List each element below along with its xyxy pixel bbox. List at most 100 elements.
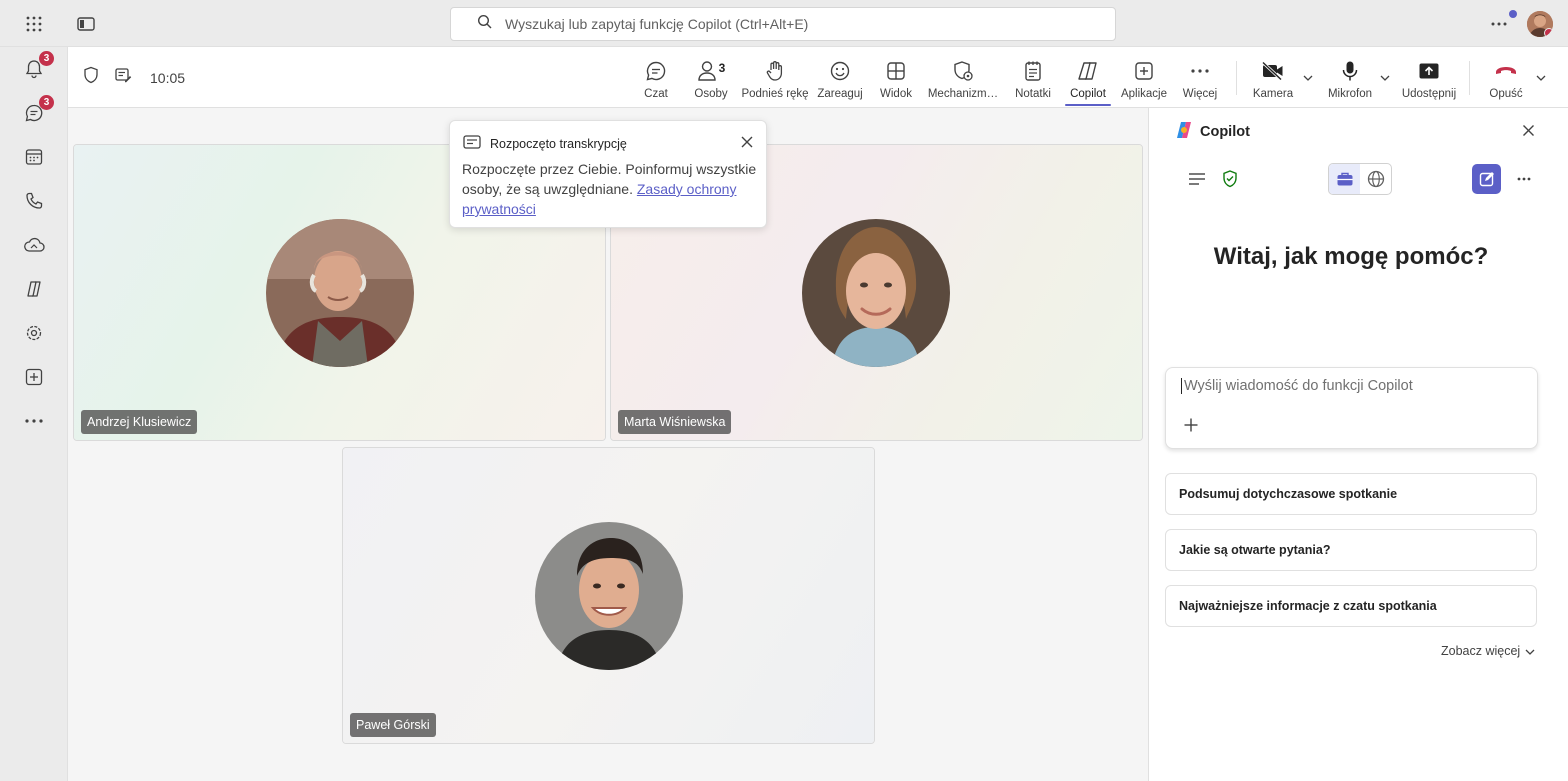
participant-avatar — [802, 219, 950, 367]
emoji-icon — [829, 59, 851, 83]
notification-dot — [1509, 10, 1517, 18]
top-bar: Wyszukaj lub zapytaj funkcję Copilot (Ct… — [0, 0, 1568, 47]
calendar-icon[interactable] — [22, 145, 46, 169]
people-icon: 3 — [697, 59, 726, 83]
compose-icon — [1479, 172, 1494, 187]
copilot-greeting: Witaj, jak mogę pomóc? — [1213, 243, 1489, 270]
cloud-icon[interactable] — [22, 233, 46, 257]
apps-label: Aplikacje — [1120, 88, 1168, 100]
new-chat-button[interactable] — [1472, 164, 1501, 194]
more-dots-icon — [1191, 59, 1209, 83]
share-screen-icon — [1418, 59, 1440, 83]
more-label: Więcej — [1182, 88, 1218, 100]
presence-busy-indicator — [1544, 28, 1553, 37]
activity-badge: 3 — [39, 51, 54, 66]
chat-bubble-icon — [645, 59, 667, 83]
camera-options-chevron-icon[interactable] — [1301, 71, 1315, 85]
mechanisms-button[interactable]: Mechanizm… — [928, 47, 998, 108]
people-label: Osoby — [694, 88, 728, 100]
copilot-icon[interactable] — [22, 277, 46, 301]
grid-view-icon — [886, 59, 906, 83]
hand-icon — [765, 59, 785, 83]
search-input[interactable]: Wyszukaj lub zapytaj funkcję Copilot (Ct… — [450, 7, 1116, 41]
search-placeholder: Wyszukaj lub zapytaj funkcję Copilot (Ct… — [505, 16, 809, 32]
toolbar-divider — [1236, 61, 1237, 95]
toolbar-divider — [1469, 61, 1470, 95]
microphone-options-chevron-icon[interactable] — [1378, 71, 1392, 85]
mode-toggle — [1328, 163, 1392, 195]
settings-apps-icon[interactable] — [22, 321, 46, 345]
participant-name: Marta Wiśniewska — [618, 410, 732, 434]
microphone-button[interactable]: Mikrofon — [1325, 47, 1375, 108]
chat-icon[interactable]: 3 — [22, 95, 54, 125]
see-more-button[interactable]: Zobacz więcej — [1441, 644, 1535, 658]
participant-tile[interactable]: Paweł Górski — [342, 447, 875, 744]
chat-button[interactable]: Czat — [638, 47, 674, 108]
react-button[interactable]: Zareaguj — [817, 47, 863, 108]
more-options-icon[interactable] — [1513, 168, 1535, 190]
leave-button[interactable]: Opuść — [1488, 47, 1524, 108]
protected-shield-icon[interactable] — [1219, 168, 1241, 190]
activity-bell-icon[interactable]: 3 — [22, 51, 54, 81]
meeting-timer: 10:05 — [150, 69, 186, 86]
menu-icon[interactable] — [1186, 168, 1208, 190]
react-label: Zareaguj — [817, 88, 863, 100]
add-attachment-icon[interactable] — [1182, 416, 1200, 434]
hang-up-icon — [1494, 59, 1518, 83]
transcription-toast: Rozpoczęto transkrypcję Rozpoczęte przez… — [449, 120, 767, 228]
add-app-icon[interactable] — [22, 365, 46, 389]
people-button[interactable]: 3 Osoby — [692, 47, 730, 108]
toast-title: Rozpoczęto transkrypcję — [490, 136, 627, 151]
leave-options-chevron-icon[interactable] — [1534, 71, 1548, 85]
chat-label: Czat — [644, 88, 668, 100]
meeting-notes-icon[interactable] — [114, 66, 132, 89]
copilot-message-input[interactable]: Wyślij wiadomość do funkcji Copilot — [1165, 367, 1538, 449]
copilot-title: Copilot — [1200, 124, 1250, 140]
copilot-button[interactable]: Copilot — [1065, 47, 1111, 108]
camera-button[interactable]: Kamera — [1253, 47, 1293, 108]
meeting-toolbar: 10:05 Czat 3 Osoby Podnieś rękę Zareaguj… — [68, 47, 1568, 108]
more-options-icon[interactable] — [1487, 10, 1517, 36]
more-apps-icon[interactable] — [22, 409, 46, 433]
share-label: Udostępnij — [1401, 88, 1457, 100]
shield-gear-icon — [952, 59, 974, 83]
notes-button[interactable]: Notatki — [1013, 47, 1053, 108]
copilot-logo-icon — [1174, 120, 1194, 144]
microphone-label: Mikrofon — [1327, 88, 1373, 100]
chat-badge: 3 — [39, 95, 54, 110]
participant-avatar — [535, 522, 683, 670]
search-icon — [477, 14, 493, 35]
apps-grid-icon[interactable] — [22, 12, 46, 36]
shield-icon[interactable] — [82, 66, 100, 89]
chevron-down-icon — [1525, 644, 1535, 658]
copilot-label: Copilot — [1070, 88, 1106, 100]
phone-icon[interactable] — [22, 189, 46, 213]
more-button[interactable]: Więcej — [1181, 47, 1219, 108]
raise-hand-button[interactable]: Podnieś rękę — [741, 47, 809, 108]
participant-name: Andrzej Klusiewicz — [81, 410, 198, 434]
close-icon[interactable] — [1520, 122, 1536, 138]
suggested-prompt[interactable]: Podsumuj dotychczasowe spotkanie — [1165, 473, 1537, 515]
leave-label: Opuść — [1489, 88, 1523, 100]
suggested-prompt[interactable]: Jakie są otwarte pytania? — [1165, 529, 1537, 571]
apps-button[interactable]: Aplikacje — [1121, 47, 1167, 108]
notepad-icon — [1024, 59, 1042, 83]
copilot-panel: Copilot Witaj, jak mogę pomóc? Wyślij wi… — [1148, 108, 1568, 781]
web-mode-globe-icon[interactable] — [1360, 164, 1391, 194]
view-button[interactable]: Widok — [878, 47, 914, 108]
app-rail: 3 3 — [0, 47, 68, 781]
microphone-icon — [1341, 59, 1359, 83]
suggested-prompt[interactable]: Najważniejsze informacje z czatu spotkan… — [1165, 585, 1537, 627]
notes-label: Notatki — [1015, 88, 1051, 100]
raise-hand-label: Podnieś rękę — [741, 88, 809, 100]
work-mode-briefcase-icon[interactable] — [1329, 164, 1360, 194]
sidebar-toggle-icon[interactable] — [74, 12, 98, 36]
people-count: 3 — [718, 61, 726, 75]
camera-label: Kamera — [1252, 88, 1294, 100]
share-button[interactable]: Udostępnij — [1400, 47, 1458, 108]
participant-name: Paweł Górski — [350, 713, 436, 737]
copilot-icon — [1076, 59, 1100, 83]
user-avatar[interactable] — [1527, 11, 1553, 37]
transcript-icon — [463, 135, 481, 152]
close-icon[interactable] — [739, 134, 755, 150]
